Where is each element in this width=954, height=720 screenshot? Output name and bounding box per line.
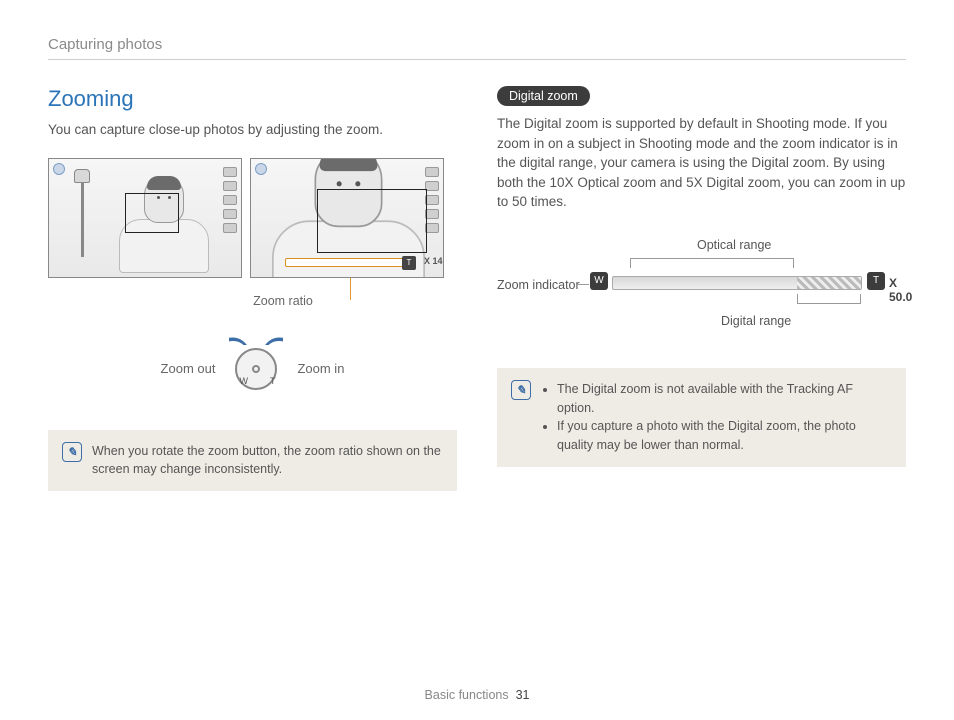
note-text: When you rotate the zoom button, the zoo…: [92, 442, 443, 480]
breadcrumb: Capturing photos: [48, 36, 906, 60]
optical-range-label: Optical range: [697, 238, 771, 252]
zoom-out-label: Zoom out: [161, 361, 216, 376]
right-column: Digital zoom The Digital zoom is support…: [497, 86, 906, 491]
note-item: The Digital zoom is not available with t…: [557, 380, 892, 418]
digital-zoom-pill: Digital zoom: [497, 86, 590, 106]
digital-range-label: Digital range: [721, 314, 791, 328]
w-icon: W: [590, 272, 608, 290]
digital-zoom-body: The Digital zoom is supported by default…: [497, 114, 906, 212]
callout-line: [577, 284, 589, 285]
note-box: ✎ When you rotate the zoom button, the z…: [48, 430, 457, 492]
note-icon: ✎: [511, 380, 531, 400]
zoom-ratio-label: Zoom ratio: [218, 294, 348, 308]
zoom-ratio-value: X 14.0: [424, 256, 444, 266]
zoom-indicator-label: Zoom indicator: [497, 278, 580, 292]
zoom-in-label: Zoom in: [297, 361, 344, 376]
zoom-dial-illustration: W T: [229, 342, 283, 396]
zoom-example-screens: T X 14.0: [48, 158, 457, 278]
max-zoom-value: X 50.0: [889, 276, 912, 304]
side-status-icons: [223, 167, 237, 233]
left-column: Zooming You can capture close-up photos …: [48, 86, 457, 491]
zoom-control-figure: Zoom out W T Zoom in: [48, 342, 457, 396]
section-title: Zooming: [48, 86, 457, 112]
camera-screen-wide: [48, 158, 242, 278]
streetlamp-illustration: [73, 169, 91, 259]
digital-range-bracket: [797, 294, 861, 304]
dial-t-label: T: [270, 376, 276, 386]
intro-text: You can capture close-up photos by adjus…: [48, 120, 457, 140]
zoom-bar: [612, 276, 862, 290]
note-icon: ✎: [62, 442, 82, 462]
optical-range-bracket: [630, 258, 794, 268]
t-icon: T: [867, 272, 885, 290]
af-frame: [125, 193, 179, 233]
note-item: If you capture a photo with the Digital …: [557, 417, 892, 455]
t-icon: T: [402, 256, 416, 270]
footer-section: Basic functions: [425, 688, 509, 702]
page-footer: Basic functions 31: [0, 688, 954, 702]
dial-w-label: W: [239, 376, 248, 386]
camera-screen-zoomed: T X 14.0: [250, 158, 444, 278]
zoom-range-figure: Optical range Zoom indicator W T X 50.0 …: [497, 238, 906, 358]
zoom-ratio-bar: T X 14.0: [285, 258, 415, 267]
af-frame: [317, 189, 427, 253]
callout-line: [350, 278, 351, 300]
digital-range-hatch: [797, 277, 861, 289]
page-number: 31: [516, 688, 530, 702]
mode-icon: [53, 163, 65, 175]
note-box: ✎ The Digital zoom is not available with…: [497, 368, 906, 467]
